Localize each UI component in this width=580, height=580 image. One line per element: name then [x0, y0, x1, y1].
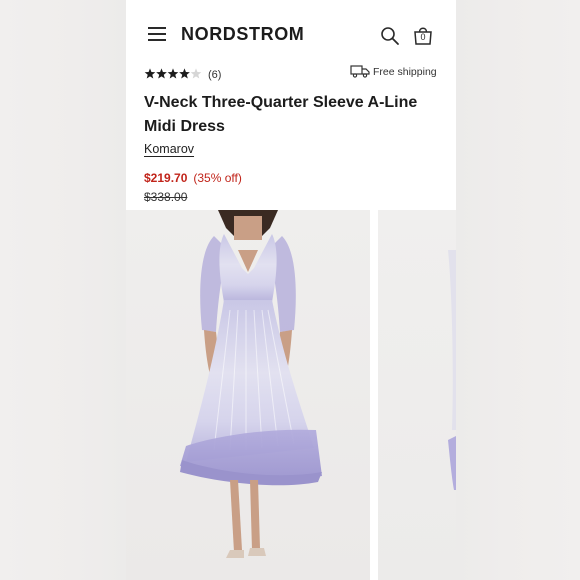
backdrop-left: [0, 0, 126, 580]
star-empty-icon: [190, 68, 202, 79]
star-filled-icon: [144, 68, 156, 79]
product-title: V-Neck Three-Quarter Sleeve A-Line Midi …: [144, 94, 418, 135]
brand-link[interactable]: Komarov: [144, 142, 194, 156]
product-page: NORDSTROM 0 (6) Free shipping V-Neck Thr…: [126, 0, 456, 580]
delivery-truck-icon: [350, 65, 370, 78]
model-side-illustration: [448, 250, 456, 490]
star-filled-icon: [156, 68, 167, 79]
free-shipping-label: Free shipping: [373, 66, 437, 78]
brand-logo[interactable]: NORDSTROM: [181, 24, 304, 45]
backdrop-right: [456, 0, 580, 580]
price-row: $219.70 (35% off): [144, 171, 242, 185]
shipping-info: Free shipping: [350, 64, 446, 80]
sale-price: $219.70: [144, 171, 188, 185]
product-photo-next[interactable]: [378, 210, 456, 580]
top-navigation: NORDSTROM 0: [126, 0, 456, 66]
star-filled-icon: [167, 68, 179, 79]
search-icon[interactable]: [380, 26, 400, 46]
star-filled-icon: [179, 68, 190, 79]
original-price: $338.00: [144, 190, 188, 204]
review-count[interactable]: (6): [208, 69, 221, 81]
star-rating: [144, 68, 202, 79]
bag-count: 0: [420, 32, 426, 42]
model-dress-illustration: [180, 210, 322, 558]
menu-icon[interactable]: [148, 27, 166, 41]
image-carousel[interactable]: [126, 210, 456, 580]
product-photo-main[interactable]: [126, 210, 370, 580]
discount-label: (35% off): [193, 171, 242, 185]
